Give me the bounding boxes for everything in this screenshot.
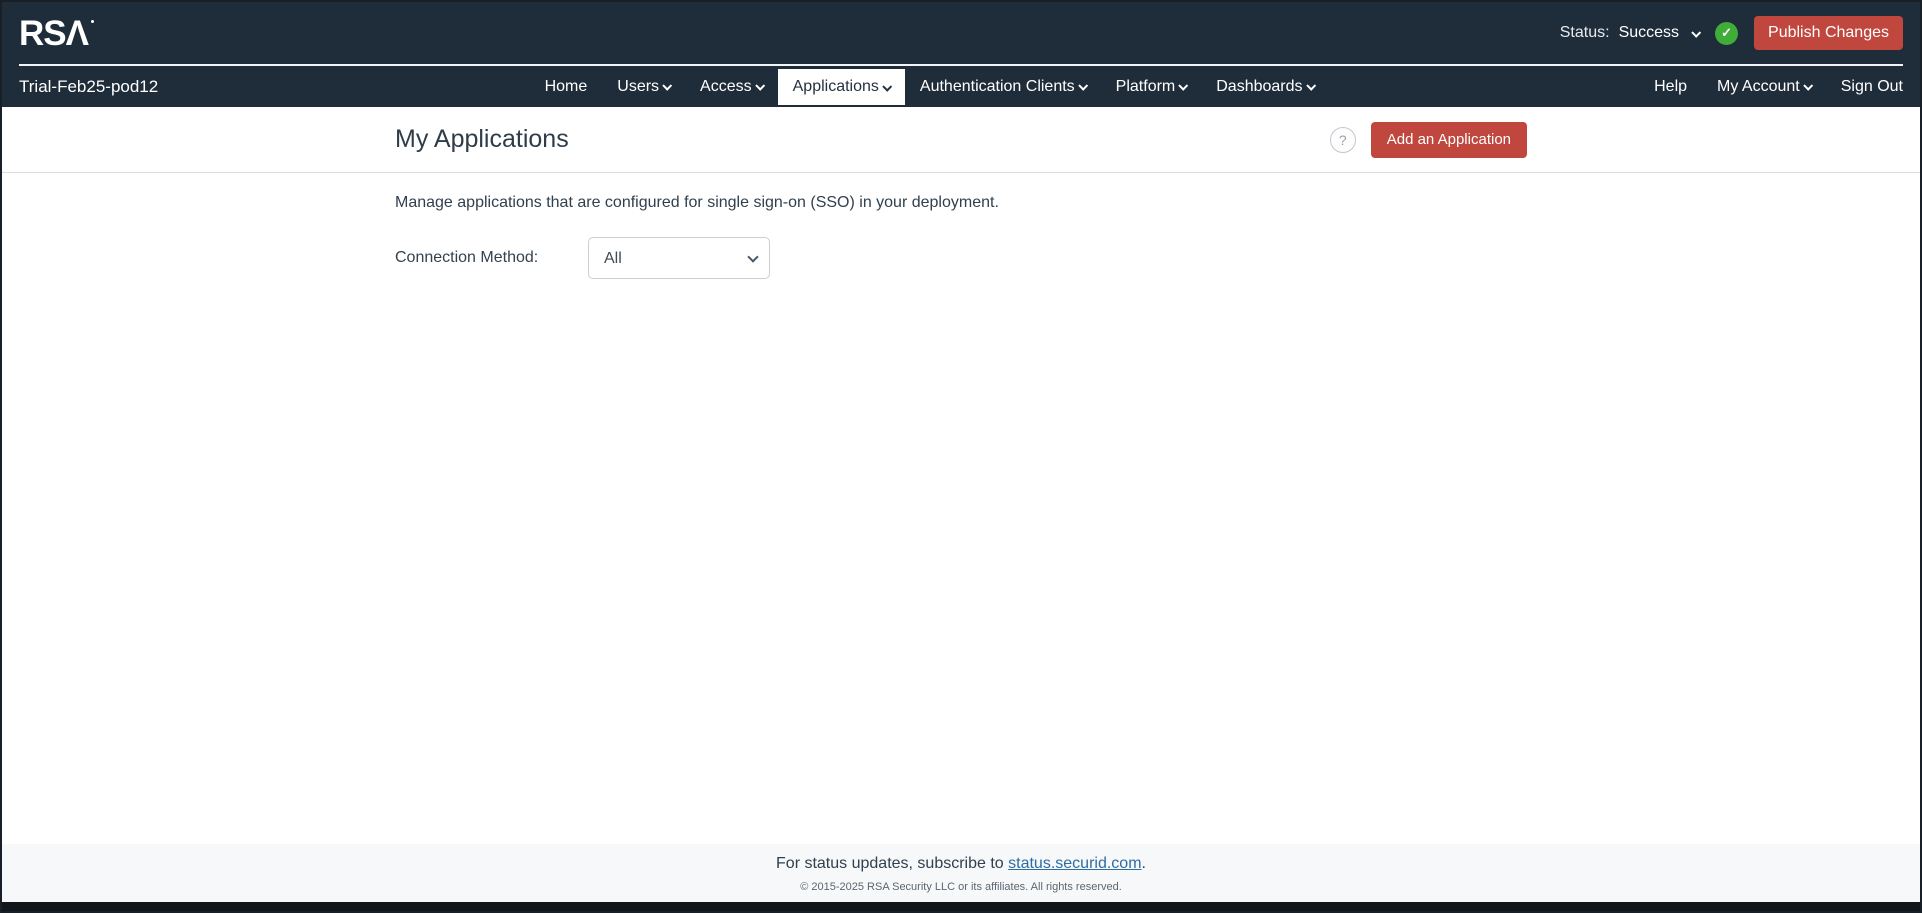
chevron-down-icon xyxy=(1306,81,1316,91)
nav-right-group: Help My Account Sign Out xyxy=(1639,66,1903,107)
nav-item-applications[interactable]: Applications xyxy=(778,69,905,105)
nav-item-my-account[interactable]: My Account xyxy=(1702,66,1826,107)
nav-item-platform[interactable]: Platform xyxy=(1101,66,1202,107)
main-navbar: Trial-Feb25-pod12 Home Users Access Appl… xyxy=(2,66,1920,107)
page-footer: For status updates, subscribe to status.… xyxy=(2,844,1920,902)
status-value: Success xyxy=(1619,24,1679,42)
nav-item-access[interactable]: Access xyxy=(685,66,778,107)
top-bar: RSΛ Status: Success ✓ Publish Changes xyxy=(2,2,1920,64)
nav-item-authentication-clients[interactable]: Authentication Clients xyxy=(905,66,1101,107)
rsa-logo: RSΛ xyxy=(19,16,95,51)
tenant-name: Trial-Feb25-pod12 xyxy=(19,66,219,107)
copyright-text: © 2015-2025 RSA Security LLC or its affi… xyxy=(2,881,1920,893)
bottom-window-strip xyxy=(2,902,1920,911)
publish-changes-button[interactable]: Publish Changes xyxy=(1754,16,1903,50)
status-success-check-icon: ✓ xyxy=(1715,22,1738,45)
question-mark-glyph: ? xyxy=(1339,132,1347,148)
page-title: My Applications xyxy=(395,125,569,154)
nav-item-label: Sign Out xyxy=(1841,78,1903,96)
nav-item-label: Access xyxy=(700,78,752,96)
nav-item-label: Help xyxy=(1654,78,1687,96)
nav-item-sign-out[interactable]: Sign Out xyxy=(1826,66,1903,107)
app-window: RSΛ Status: Success ✓ Publish Changes Tr… xyxy=(0,0,1922,913)
page-header-actions: ? Add an Application xyxy=(1330,122,1527,158)
check-icon: ✓ xyxy=(1721,25,1732,41)
nav-item-label: Platform xyxy=(1116,78,1176,96)
chevron-down-icon xyxy=(662,81,672,91)
connection-method-select-wrap: All xyxy=(588,237,770,279)
chevron-down-icon xyxy=(1691,27,1701,37)
publish-status-dropdown[interactable]: Status: Success xyxy=(1560,24,1699,42)
nav-item-users[interactable]: Users xyxy=(602,66,685,107)
connection-method-row: Connection Method: All xyxy=(395,237,1527,279)
chevron-down-icon xyxy=(882,81,892,91)
page-description: Manage applications that are configured … xyxy=(395,194,1527,212)
connection-method-label: Connection Method: xyxy=(395,249,588,267)
page-header: My Applications ? Add an Application xyxy=(2,107,1920,173)
nav-item-home[interactable]: Home xyxy=(530,66,603,107)
connection-method-select[interactable]: All xyxy=(588,237,770,279)
nav-item-label: Authentication Clients xyxy=(920,78,1075,96)
chevron-down-icon xyxy=(1179,81,1189,91)
nav-item-help[interactable]: Help xyxy=(1639,66,1702,107)
help-icon[interactable]: ? xyxy=(1330,127,1356,153)
nav-item-dashboards[interactable]: Dashboards xyxy=(1201,66,1328,107)
chevron-down-icon xyxy=(1803,81,1813,91)
nav-item-label: Home xyxy=(545,78,588,96)
main-content: Manage applications that are configured … xyxy=(2,173,1920,844)
chevron-down-icon xyxy=(1078,81,1088,91)
nav-item-label: Dashboards xyxy=(1216,78,1302,96)
nav-center-group: Home Users Access Applications Authentic… xyxy=(219,66,1639,107)
footer-status-prefix: For status updates, subscribe to xyxy=(776,855,1008,872)
status-securid-link[interactable]: status.securid.com xyxy=(1008,855,1141,872)
nav-item-label: My Account xyxy=(1717,78,1800,96)
rsa-logo-text: RSΛ xyxy=(19,14,88,53)
nav-item-label: Applications xyxy=(793,78,879,96)
nav-item-label: Users xyxy=(617,78,659,96)
footer-status-line: For status updates, subscribe to status.… xyxy=(2,855,1920,873)
chevron-down-icon xyxy=(755,81,765,91)
status-label: Status: xyxy=(1560,24,1610,42)
registered-mark-dot xyxy=(91,20,94,23)
add-application-button[interactable]: Add an Application xyxy=(1371,122,1527,158)
footer-status-suffix: . xyxy=(1142,855,1146,872)
topbar-right-group: Status: Success ✓ Publish Changes xyxy=(1560,16,1903,50)
